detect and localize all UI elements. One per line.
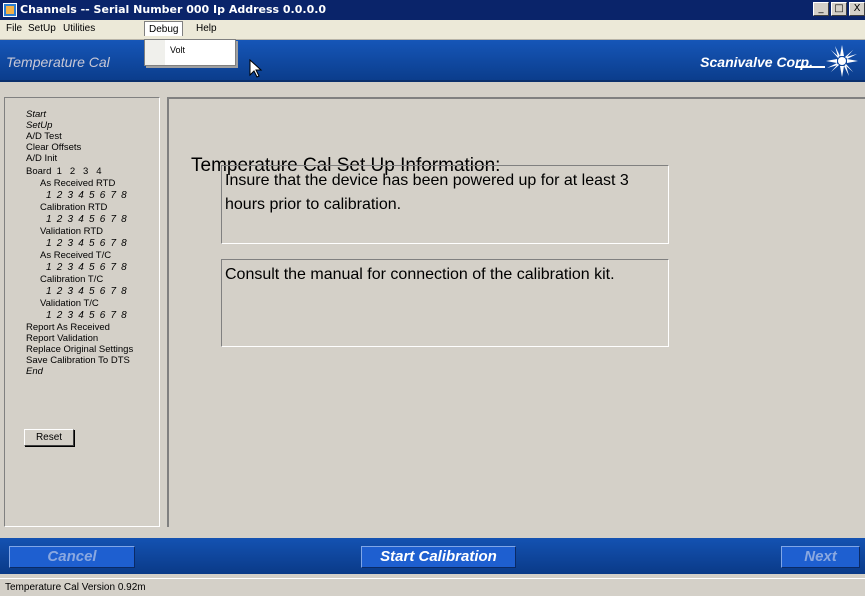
step-as-received-rtd[interactable]: As Received RTD [40,178,115,189]
status-text: Temperature Cal Version 0.92m [5,582,146,593]
menu-help[interactable]: Help [196,23,217,34]
step-ad-init[interactable]: A/D Init [26,153,57,164]
channel-numbers-calibration-tc[interactable]: 1 2 3 4 5 6 7 8 [46,286,128,297]
next-button[interactable]: Next [781,546,860,568]
app-icon [3,3,17,17]
step-calibration-tc[interactable]: Calibration T/C [40,274,103,285]
step-as-received-tc[interactable]: As Received T/C [40,250,111,261]
step-validation-tc[interactable]: Validation T/C [40,298,99,309]
header-title: Temperature Cal [6,54,110,70]
info-box-connection: Consult the manual for connection of the… [221,259,669,347]
cancel-button[interactable]: Cancel [9,546,135,568]
mouse-cursor-icon [249,59,263,78]
step-replace-original-settings[interactable]: Replace Original Settings [26,344,133,355]
sidebar-steps: Start SetUp A/D Test Clear Offsets A/D I… [4,97,160,527]
menu-utilities[interactable]: Utilities [63,23,95,34]
bottom-button-bar: Cancel Start Calibration Next [0,538,865,574]
header-banner: Temperature Cal Scanivalve Corp. [0,40,865,82]
step-end[interactable]: End [26,366,43,377]
step-clear-offsets[interactable]: Clear Offsets [26,142,81,153]
step-start[interactable]: Start [26,109,46,120]
menu-debug[interactable]: Debug [144,21,184,36]
main-panel: Temperature Cal Set Up Information: Insu… [167,97,865,527]
channel-numbers-as-received-tc[interactable]: 1 2 3 4 5 6 7 8 [46,262,128,273]
channel-numbers-validation-tc[interactable]: 1 2 3 4 5 6 7 8 [46,310,128,321]
scanivalve-logo-icon [826,45,858,77]
step-report-validation[interactable]: Report Validation [26,333,98,344]
channel-numbers-as-received-rtd[interactable]: 1 2 3 4 5 6 7 8 [46,190,128,201]
step-report-as-received[interactable]: Report As Received [26,322,110,333]
window-controls: _ □ X [811,2,865,16]
menu-setup[interactable]: SetUp [28,23,56,34]
start-calibration-button[interactable]: Start Calibration [361,546,516,568]
info-text-connection: Consult the manual for connection of the… [225,266,615,283]
menu-bar: File SetUp Utilities Debug Help [0,20,865,40]
minimize-button[interactable]: _ [813,2,829,16]
window-title: Channels -- Serial Number 000 Ip Address… [20,3,327,16]
maximize-button[interactable]: □ [831,2,847,16]
channel-numbers-calibration-rtd[interactable]: 1 2 3 4 5 6 7 8 [46,214,128,225]
menu-file[interactable]: File [6,23,22,34]
step-save-calibration[interactable]: Save Calibration To DTS [26,355,130,366]
channel-numbers-validation-rtd[interactable]: 1 2 3 4 5 6 7 8 [46,238,128,249]
reset-button[interactable]: Reset [24,429,74,446]
step-calibration-rtd[interactable]: Calibration RTD [40,202,107,213]
info-text-power: Insure that the device has been powered … [225,172,629,213]
debug-dropdown: Volt [144,39,236,66]
status-bar: Temperature Cal Version 0.92m [0,578,865,596]
step-ad-test[interactable]: A/D Test [26,131,62,142]
brand-underline [795,66,825,68]
step-validation-rtd[interactable]: Validation RTD [40,226,103,237]
title-bar: Channels -- Serial Number 000 Ip Address… [0,0,865,20]
menu-item-volt[interactable]: Volt [170,45,185,55]
info-box-power: Insure that the device has been powered … [221,165,669,244]
step-setup[interactable]: SetUp [26,120,52,131]
close-button[interactable]: X [849,2,865,16]
board-selector[interactable]: Board 1 2 3 4 [26,166,102,177]
